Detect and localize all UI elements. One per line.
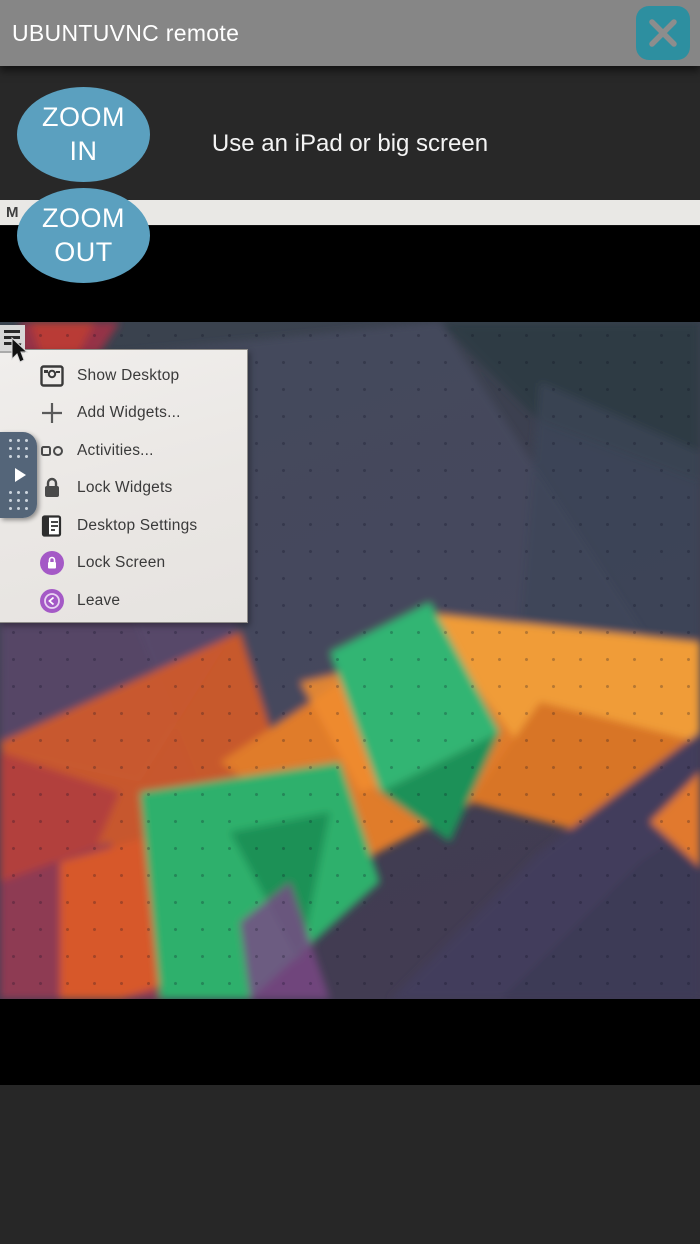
menu-item-label: Leave (77, 591, 121, 609)
menu-item-desktop-settings[interactable]: Desktop Settings (0, 507, 247, 545)
letterbox-bottom (0, 999, 700, 1085)
activities-icon (39, 438, 65, 464)
remote-desktop-screen[interactable]: ▾ Show Desktop Add Widgets... (0, 322, 700, 999)
bottom-panel (0, 1085, 700, 1244)
zoom-out-button[interactable]: ZOOM OUT (17, 188, 150, 283)
menu-item-leave[interactable]: Leave (0, 582, 247, 620)
titlebar: UBUNTUVNC remote (0, 0, 700, 66)
menu-item-label: Add Widgets... (77, 404, 181, 422)
play-icon (14, 468, 26, 482)
lock-screen-icon (39, 550, 65, 576)
menu-item-label: Show Desktop (77, 366, 180, 384)
show-desktop-icon (39, 363, 65, 389)
drag-dots-icon (8, 491, 29, 511)
menu-item-add-widgets[interactable]: Add Widgets... (0, 395, 247, 433)
desktop-settings-icon (39, 513, 65, 539)
desktop-context-menu: Show Desktop Add Widgets... Activities..… (0, 349, 248, 623)
lock-widgets-icon (39, 475, 65, 501)
close-icon (649, 19, 677, 47)
mouse-cursor-icon (11, 337, 29, 363)
menu-item-label: Desktop Settings (77, 516, 198, 534)
zoom-in-button[interactable]: ZOOM IN (17, 87, 150, 182)
menu-item-activities[interactable]: Activities... (0, 432, 247, 470)
menu-item-lock-screen[interactable]: Lock Screen (0, 545, 247, 583)
menu-item-label: Lock Screen (77, 554, 166, 572)
add-widgets-icon (39, 400, 65, 426)
drag-dots-icon (8, 439, 29, 459)
menu-item-lock-widgets[interactable]: Lock Widgets (0, 470, 247, 508)
menu-item-label: Activities... (77, 441, 154, 459)
app-window: Use an iPad or big screen M Show Desktop… (0, 0, 700, 1244)
page-title: UBUNTUVNC remote (12, 19, 240, 46)
floating-handle[interactable] (0, 432, 37, 518)
menu-item-label: Lock Widgets (77, 479, 173, 497)
hamburger-icon (4, 330, 20, 333)
menu-strip-label: M (6, 204, 19, 221)
leave-icon (39, 588, 65, 614)
close-button[interactable] (636, 6, 690, 60)
menu-item-show-desktop[interactable]: Show Desktop (0, 357, 247, 395)
